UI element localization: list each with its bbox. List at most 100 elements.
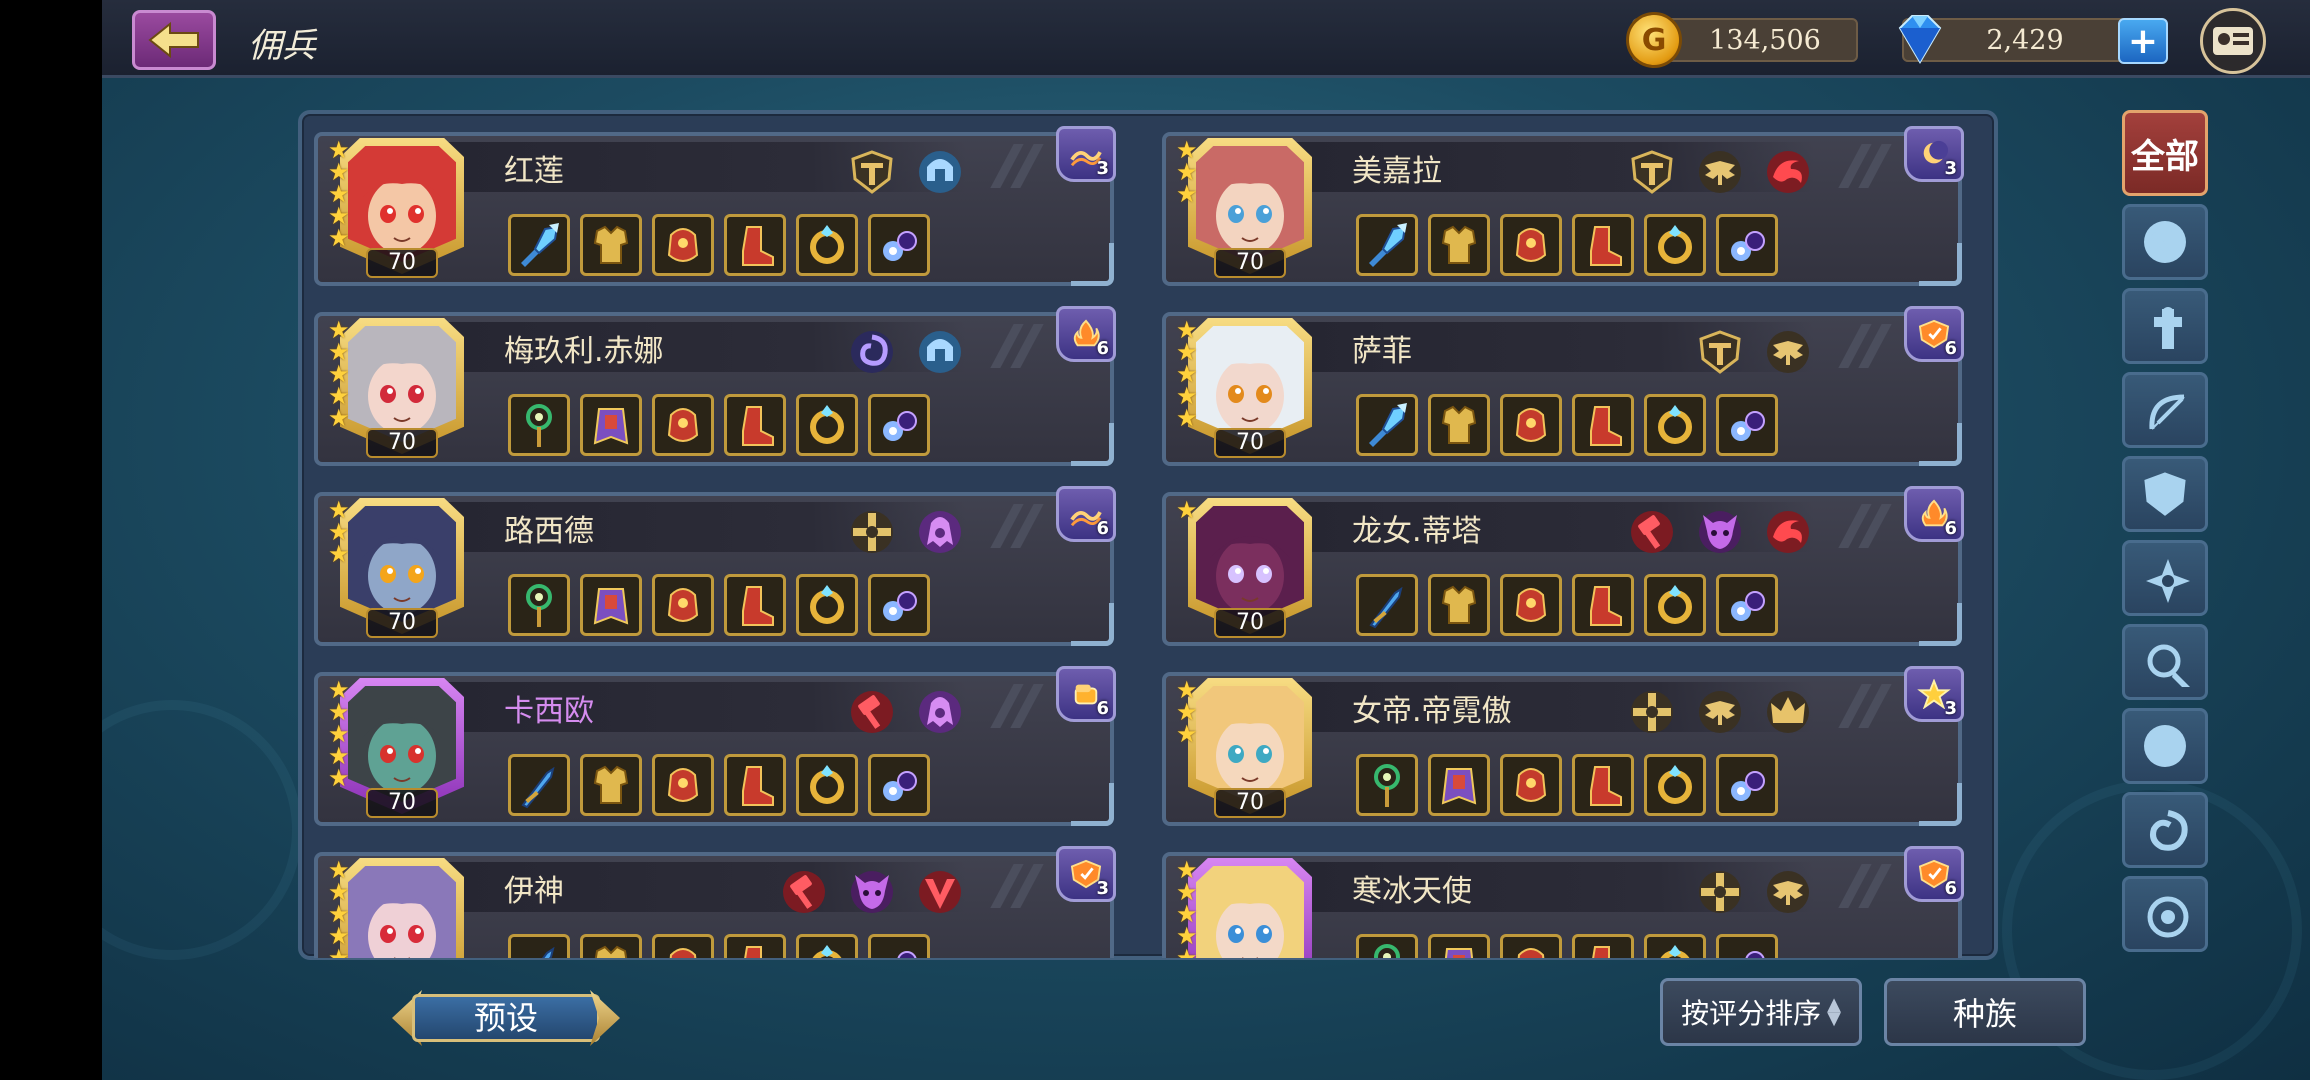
equipment-slot[interactable] (1572, 214, 1634, 276)
class-t-icon[interactable] (1692, 324, 1748, 380)
back-button[interactable] (132, 10, 216, 70)
equipment-slot[interactable] (724, 574, 786, 636)
equipment-slot[interactable] (1644, 394, 1706, 456)
cross-icon[interactable] (1692, 864, 1748, 920)
dragon-icon[interactable] (1760, 144, 1816, 200)
ghost-icon[interactable] (912, 684, 968, 740)
wings-icon[interactable] (1692, 684, 1748, 740)
crown-icon[interactable] (1760, 684, 1816, 740)
hero-card[interactable]: 70★★★★★ 寒冰天使 6 (1162, 844, 1964, 958)
equipment-slot[interactable] (868, 754, 930, 816)
dragon-icon[interactable] (1760, 504, 1816, 560)
hero-card[interactable]: 70 ★ ★ ★ 美嘉拉 3 (1162, 124, 1964, 286)
equipment-slot[interactable] (724, 934, 786, 958)
hero-card[interactable]: 70 ★ ★ ★ ★ ★ 萨菲 6 (1162, 304, 1964, 466)
preset-button[interactable]: 预设 (392, 988, 620, 1048)
wings-icon[interactable] (1760, 324, 1816, 380)
filter-hammer-button[interactable] (2122, 204, 2208, 280)
hammer-icon[interactable] (776, 864, 832, 920)
hero-list[interactable]: 70 ★ ★ ★ ★ ★ 红莲 3 70 ★ ★ ★ 美嘉拉 3 70 ★ ★ ★ ★ ★ 梅玖利.赤娜 6 70 ★ ★ ★ ★ ★… (314, 124, 1990, 958)
equipment-slot[interactable] (1428, 394, 1490, 456)
equipment-slot[interactable] (868, 394, 930, 456)
equipment-slot[interactable] (1716, 574, 1778, 636)
hero-card[interactable]: 70 ★ ★ ★ 女帝.帝霓傲 3 (1162, 664, 1964, 826)
helmet-icon[interactable] (912, 144, 968, 200)
demon-icon[interactable] (1692, 504, 1748, 560)
equipment-slot[interactable] (652, 214, 714, 276)
equipment-slot[interactable] (580, 214, 642, 276)
equipment-slot[interactable] (1716, 394, 1778, 456)
hammer-icon[interactable] (844, 684, 900, 740)
equipment-slot[interactable] (1572, 394, 1634, 456)
equipment-slot[interactable] (1500, 214, 1562, 276)
filter-cross-button[interactable] (2122, 708, 2208, 784)
add-gems-button[interactable]: + (2118, 18, 2168, 64)
filter-all-button[interactable]: 全部 (2122, 110, 2208, 196)
race-filter-button[interactable]: 种族 (1884, 978, 2086, 1046)
equipment-slot[interactable] (1500, 934, 1562, 958)
cross-icon[interactable] (1624, 684, 1680, 740)
equipment-slot[interactable] (580, 934, 642, 958)
equipment-slot[interactable] (724, 214, 786, 276)
cross-icon[interactable] (844, 504, 900, 560)
equipment-slot[interactable] (796, 214, 858, 276)
filter-ring-button[interactable] (2122, 876, 2208, 952)
equipment-slot[interactable] (652, 394, 714, 456)
equipment-slot[interactable] (508, 394, 570, 456)
equipment-slot[interactable] (1356, 574, 1418, 636)
equipment-slot[interactable] (508, 214, 570, 276)
helmet-icon[interactable] (912, 324, 968, 380)
filter-dagger-button[interactable] (2122, 624, 2208, 700)
equipment-slot[interactable] (868, 214, 930, 276)
equipment-slot[interactable] (1716, 934, 1778, 958)
equipment-slot[interactable] (1572, 754, 1634, 816)
equipment-slot[interactable] (1356, 754, 1418, 816)
wings-icon[interactable] (1692, 144, 1748, 200)
equipment-slot[interactable] (580, 394, 642, 456)
equipment-slot[interactable] (508, 934, 570, 958)
equipment-slot[interactable] (1716, 754, 1778, 816)
equipment-slot[interactable] (1428, 574, 1490, 636)
ghost-icon[interactable] (912, 504, 968, 560)
equipment-slot[interactable] (724, 754, 786, 816)
equipment-slot[interactable] (1644, 934, 1706, 958)
equipment-slot[interactable] (1428, 214, 1490, 276)
hero-card[interactable]: 70 ★ ★ ★ ★ ★ 梅玖利.赤娜 6 (314, 304, 1116, 466)
equipment-slot[interactable] (652, 754, 714, 816)
filter-shuriken-button[interactable] (2122, 540, 2208, 616)
equipment-slot[interactable] (724, 394, 786, 456)
equipment-slot[interactable] (1644, 574, 1706, 636)
equipment-slot[interactable] (580, 574, 642, 636)
hero-card[interactable]: 70★★★★★ 伊神 3 (314, 844, 1116, 958)
equipment-slot[interactable] (796, 754, 858, 816)
class-t-icon[interactable] (1624, 144, 1680, 200)
equipment-slot[interactable] (1644, 214, 1706, 276)
equipment-slot[interactable] (868, 934, 930, 958)
equipment-slot[interactable] (1500, 394, 1562, 456)
equipment-slot[interactable] (1572, 934, 1634, 958)
hero-card[interactable]: 70 ★ ★ ★ ★ ★ 红莲 3 (314, 124, 1116, 286)
equipment-slot[interactable] (508, 754, 570, 816)
demon-icon[interactable] (844, 864, 900, 920)
equipment-slot[interactable] (1356, 214, 1418, 276)
equipment-slot[interactable] (1716, 214, 1778, 276)
equipment-slot[interactable] (508, 574, 570, 636)
equipment-slot[interactable] (796, 934, 858, 958)
equipment-slot[interactable] (652, 574, 714, 636)
equipment-slot[interactable] (868, 574, 930, 636)
hero-card[interactable]: 70 ★ 龙女.蒂塔 6 (1162, 484, 1964, 646)
filter-shield-button[interactable] (2122, 456, 2208, 532)
hero-card[interactable]: 70 ★ ★ ★ ★ ★ 卡西欧 6 (314, 664, 1116, 826)
wings-icon[interactable] (1760, 864, 1816, 920)
filter-swirl-button[interactable] (2122, 792, 2208, 868)
class-t-icon[interactable] (844, 144, 900, 200)
swirl-icon[interactable] (844, 324, 900, 380)
equipment-slot[interactable] (652, 934, 714, 958)
equipment-slot[interactable] (1500, 574, 1562, 636)
equipment-slot[interactable] (796, 394, 858, 456)
filter-bow-button[interactable] (2122, 372, 2208, 448)
equipment-slot[interactable] (1500, 754, 1562, 816)
equipment-slot[interactable] (1428, 754, 1490, 816)
filter-totem-button[interactable] (2122, 288, 2208, 364)
equipment-slot[interactable] (796, 574, 858, 636)
